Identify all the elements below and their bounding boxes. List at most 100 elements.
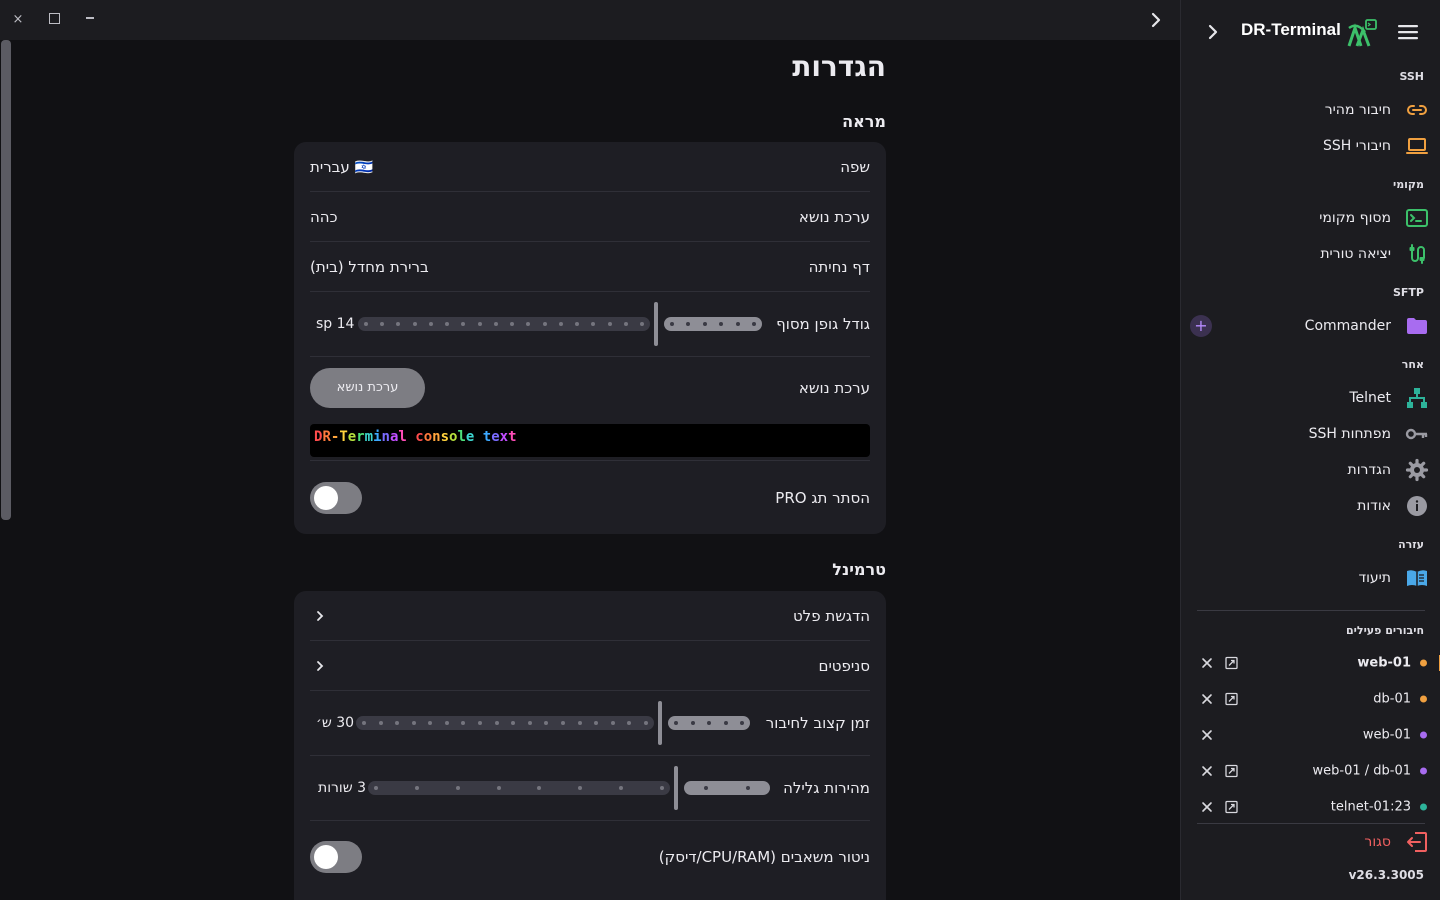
app-name: DR-Terminal [1241,20,1341,39]
sidebar-item-about[interactable]: אודות [1181,488,1440,524]
terminal-card: הדגשת פלט סניפטים זמן קצוב לחיבור 30 ש׳ … [294,591,886,900]
group-sftp-label: SFTP [1392,286,1424,299]
active-connection-item[interactable]: web-01 [1181,717,1440,753]
connection-timeout-label: זמן קצוב לחיבור [765,714,870,732]
page-title: הגדרות [792,50,886,83]
resource-monitor-row: ניטור משאבים (CPU/RAM/דיסק) [310,821,870,893]
hide-pro-label: הסתר תג PRO [775,489,870,507]
toggle-knob [314,486,338,510]
sidebar-item-docs[interactable]: תיעוד [1181,560,1440,596]
sidebar-item-ssh-keys[interactable]: מפתחות SSH [1181,416,1440,452]
sidebar-item-ssh-connections[interactable]: חיבורי SSH [1181,128,1440,164]
font-size-fill[interactable] [664,317,762,331]
active-connection-item[interactable]: web-01 [1181,645,1440,681]
output-highlight-label: הדגשת פלט [792,606,870,625]
sidebar: DR-Terminal SSH חיבור מהיר חיבורי SSH מק… [1180,0,1440,900]
sidebar-item-commander[interactable]: + Commander [1181,308,1440,344]
window-close-button[interactable]: × [9,11,27,29]
scroll-speed-row: מהירות גלילה 3 שורות [310,756,870,821]
sidebar-item-serial-port[interactable]: יציאה טורית [1181,236,1440,272]
window-maximize-button[interactable] [45,11,63,29]
connection-status-dot [1420,695,1427,703]
scrollbar-thumb[interactable] [1,40,11,520]
scroll-speed-track[interactable] [368,781,670,795]
active-connection-item[interactable]: telnet-01:23 [1181,789,1440,825]
landing-page-value[interactable]: ברירת מחדל (בית) [310,258,429,276]
sidebar-item-exit[interactable]: סגור [1181,824,1440,860]
scroll-speed-value: 3 שורות [318,780,367,796]
main-scrollbar[interactable] [1,40,11,900]
connection-timeout-fill[interactable] [668,716,750,730]
chevron-left-icon [317,660,324,671]
font-size-label: גודל גופן מסוף [776,315,870,333]
sidebar-header: DR-Terminal [1181,0,1440,64]
scroll-speed-fill[interactable] [684,781,770,795]
exit-icon [1407,832,1427,852]
divider [310,460,870,461]
landing-page-row[interactable]: דף נחיתה ברירת מחדל (בית) [310,242,870,292]
minimize-icon [86,17,94,19]
connection-timeout-thumb[interactable] [658,701,662,745]
close-connection-icon[interactable] [1201,801,1213,813]
connection-status-dot [1420,659,1427,667]
active-connection-item[interactable]: web-01 / db-01 [1181,753,1440,789]
appearance-card: שפה 🇮🇱 עברית ערכת נושא כהה דף נחיתה בריר… [294,142,886,534]
sidebar-item-quick-connect[interactable]: חיבור מהיר [1181,92,1440,128]
hamburger-menu-icon[interactable] [1397,22,1419,42]
sidebar-item-settings[interactable]: הגדרות [1181,452,1440,488]
connection-status-dot [1420,767,1427,775]
sidebar-item-label: חיבור מהיר [1324,102,1391,118]
theme-picker-button[interactable]: ערכת נושא [310,368,425,408]
connection-status-dot [1420,803,1427,811]
language-label: שפה [840,157,870,176]
snippets-row[interactable]: סניפטים [310,641,870,691]
sidebar-item-telnet[interactable]: Telnet [1181,380,1440,416]
gear-icon [1405,458,1429,482]
hide-pro-toggle[interactable] [310,482,362,514]
sidebar-item-local-terminal[interactable]: מסוף מקומי [1181,200,1440,236]
collapse-sidebar-icon[interactable] [1146,10,1166,30]
group-other-label: אחר [1401,358,1424,371]
theme-picker-label: ערכת נושא [798,379,870,397]
language-value[interactable]: 🇮🇱 עברית [310,158,373,176]
font-size-track[interactable] [358,317,650,331]
connection-name: web-01 [1362,727,1411,743]
sidebar-item-label: הגדרות [1347,462,1391,478]
theme-row[interactable]: ערכת נושא כהה [310,192,870,242]
maximize-icon [48,13,60,24]
chevron-left-icon [317,610,324,621]
popout-window-icon[interactable] [1225,692,1238,706]
theme-value[interactable]: כהה [310,208,338,226]
popout-window-icon[interactable] [1225,764,1238,778]
scroll-speed-ticks [368,781,670,795]
font-size-thumb[interactable] [654,302,658,346]
sidebar-item-label: מפתחות SSH [1308,426,1391,442]
close-connection-icon[interactable] [1201,765,1213,777]
terminal-section-title: טרמינל [832,560,886,579]
window-minimize-button[interactable] [81,11,99,29]
close-connection-icon[interactable] [1201,657,1213,669]
chevron-right-icon[interactable] [1205,22,1221,42]
close-connection-icon[interactable] [1201,729,1213,741]
popout-window-icon[interactable] [1225,800,1238,814]
popout-window-icon[interactable] [1225,656,1238,670]
language-row[interactable]: שפה 🇮🇱 עברית [310,142,870,192]
connection-timeout-track[interactable] [356,716,654,730]
connection-timeout-fill-ticks [668,716,750,730]
connection-name: db-01 [1373,691,1411,707]
active-connection-item[interactable]: db-01 [1181,681,1440,717]
cable-icon [1409,244,1425,264]
connection-timeout-row: זמן קצוב לחיבור 30 ש׳ [310,691,870,756]
scroll-speed-label: מהירות גלילה [783,779,870,797]
scroll-speed-fill-ticks [684,781,770,795]
close-connection-icon[interactable] [1201,693,1213,705]
terminal-icon [1406,209,1428,227]
console-preview-text: DR-Terminal console text [314,429,517,445]
scroll-speed-thumb[interactable] [674,766,678,810]
network-icon [1407,388,1427,408]
resource-monitor-toggle[interactable] [310,841,362,873]
add-commander-button[interactable]: + [1190,315,1212,337]
font-size-ticks [358,317,650,331]
output-highlight-row[interactable]: הדגשת פלט [310,591,870,641]
console-preview: DR-Terminal console text [310,424,870,457]
